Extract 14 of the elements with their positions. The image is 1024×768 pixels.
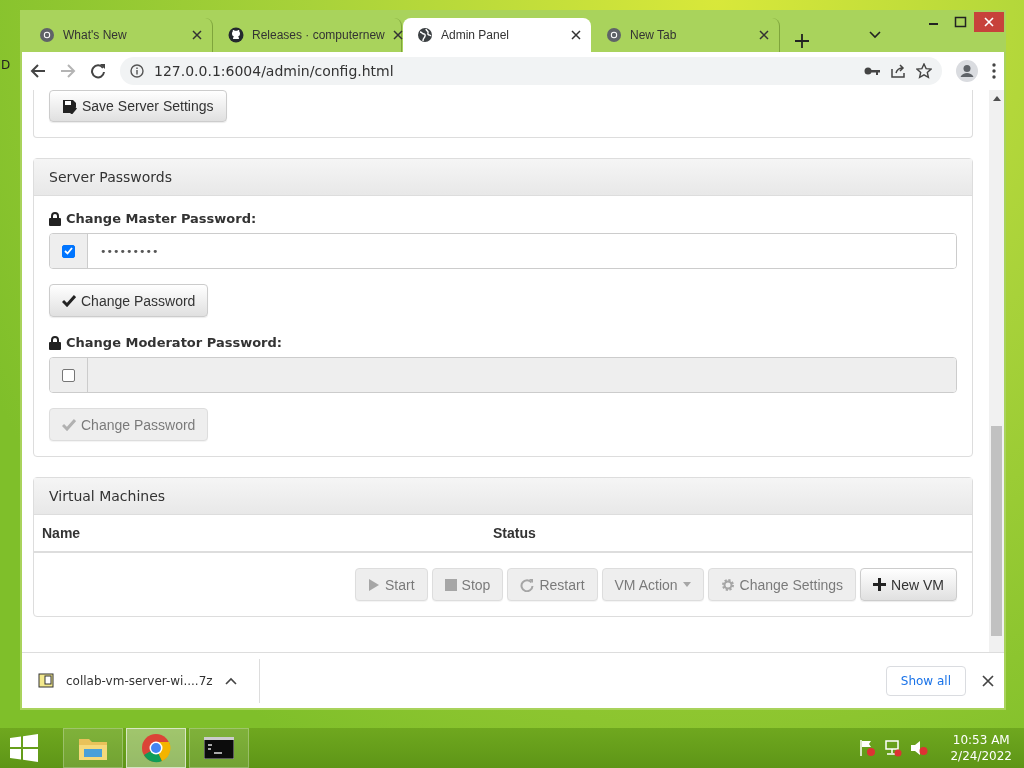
download-item[interactable]: collab-vm-server-wi....7z xyxy=(38,658,260,703)
field-label: Change Moderator Password: xyxy=(49,335,957,350)
column-header: Status xyxy=(493,525,537,541)
panel-heading: Virtual Machines xyxy=(34,478,972,515)
save-button[interactable]: Save Server Settings xyxy=(49,90,227,122)
change-password-button[interactable]: Change Password xyxy=(49,284,209,317)
desktop-icon-label[interactable]: D xyxy=(1,58,11,72)
vm-button[interactable]: New VM xyxy=(860,568,957,601)
field-label: Change Master Password: xyxy=(49,211,957,226)
browser-tab[interactable]: Admin Panel xyxy=(403,18,591,52)
address-bar[interactable]: 127.0.0.1:6004/admin/config.html xyxy=(120,57,942,85)
panel-heading: Server Passwords xyxy=(34,159,972,196)
column-header: Name xyxy=(42,525,82,541)
show-all-button[interactable]: Show all xyxy=(885,665,966,696)
